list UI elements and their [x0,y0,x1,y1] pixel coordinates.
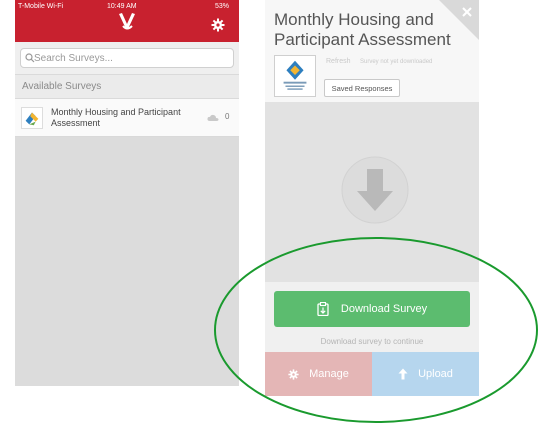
survey-list-item[interactable]: Monthly Housing and Participant Assessme… [15,99,239,137]
survey-title: Monthly Housing and Participant Assessme… [274,10,451,49]
search-bar [15,42,239,74]
saved-responses-button[interactable]: Saved Responses [324,79,400,97]
manage-label: Manage [309,368,349,380]
download-status: Survey not yet downloaded [360,59,433,65]
clipboard-icon [317,302,329,316]
cloud-icon [207,114,219,121]
search-input[interactable] [34,51,230,66]
search-box[interactable] [20,48,234,68]
download-arrow-icon [341,156,409,224]
status-battery: 53% [214,3,229,10]
manage-button[interactable]: Manage [265,352,372,396]
status-carrier: T-Mobile Wi-Fi [18,3,64,10]
upload-label: Upload [418,368,453,380]
gear-icon [288,368,299,380]
download-survey-button[interactable]: Download Survey [274,291,470,327]
right-screen: Monthly Housing and Participant Assessme… [265,0,479,396]
download-survey-label: Download Survey [340,303,428,315]
survey-header: Monthly Housing and Participant Assessme… [265,0,479,102]
survey-logo-icon [21,107,43,129]
organization-logo-icon [274,55,316,97]
survey-count: 0 [225,112,230,121]
status-time: 10:49 AM [107,3,137,10]
gear-icon[interactable] [211,18,225,32]
continue-hint: Download survey to continue [320,337,424,346]
upload-arrow-icon [398,368,408,380]
app-header: T-Mobile Wi-Fi 10:49 AM 53% [15,0,239,42]
section-label: Available Surveys [22,81,102,92]
section-header: Available Surveys [15,74,239,99]
refresh-button[interactable]: Refresh [326,58,351,65]
survey-title: Monthly Housing and Participant Assessme… [51,107,181,128]
upload-button[interactable]: Upload [372,352,479,396]
left-screen: T-Mobile Wi-Fi 10:49 AM 53% Search Surve… [15,0,239,386]
app-logo-icon [119,13,135,30]
